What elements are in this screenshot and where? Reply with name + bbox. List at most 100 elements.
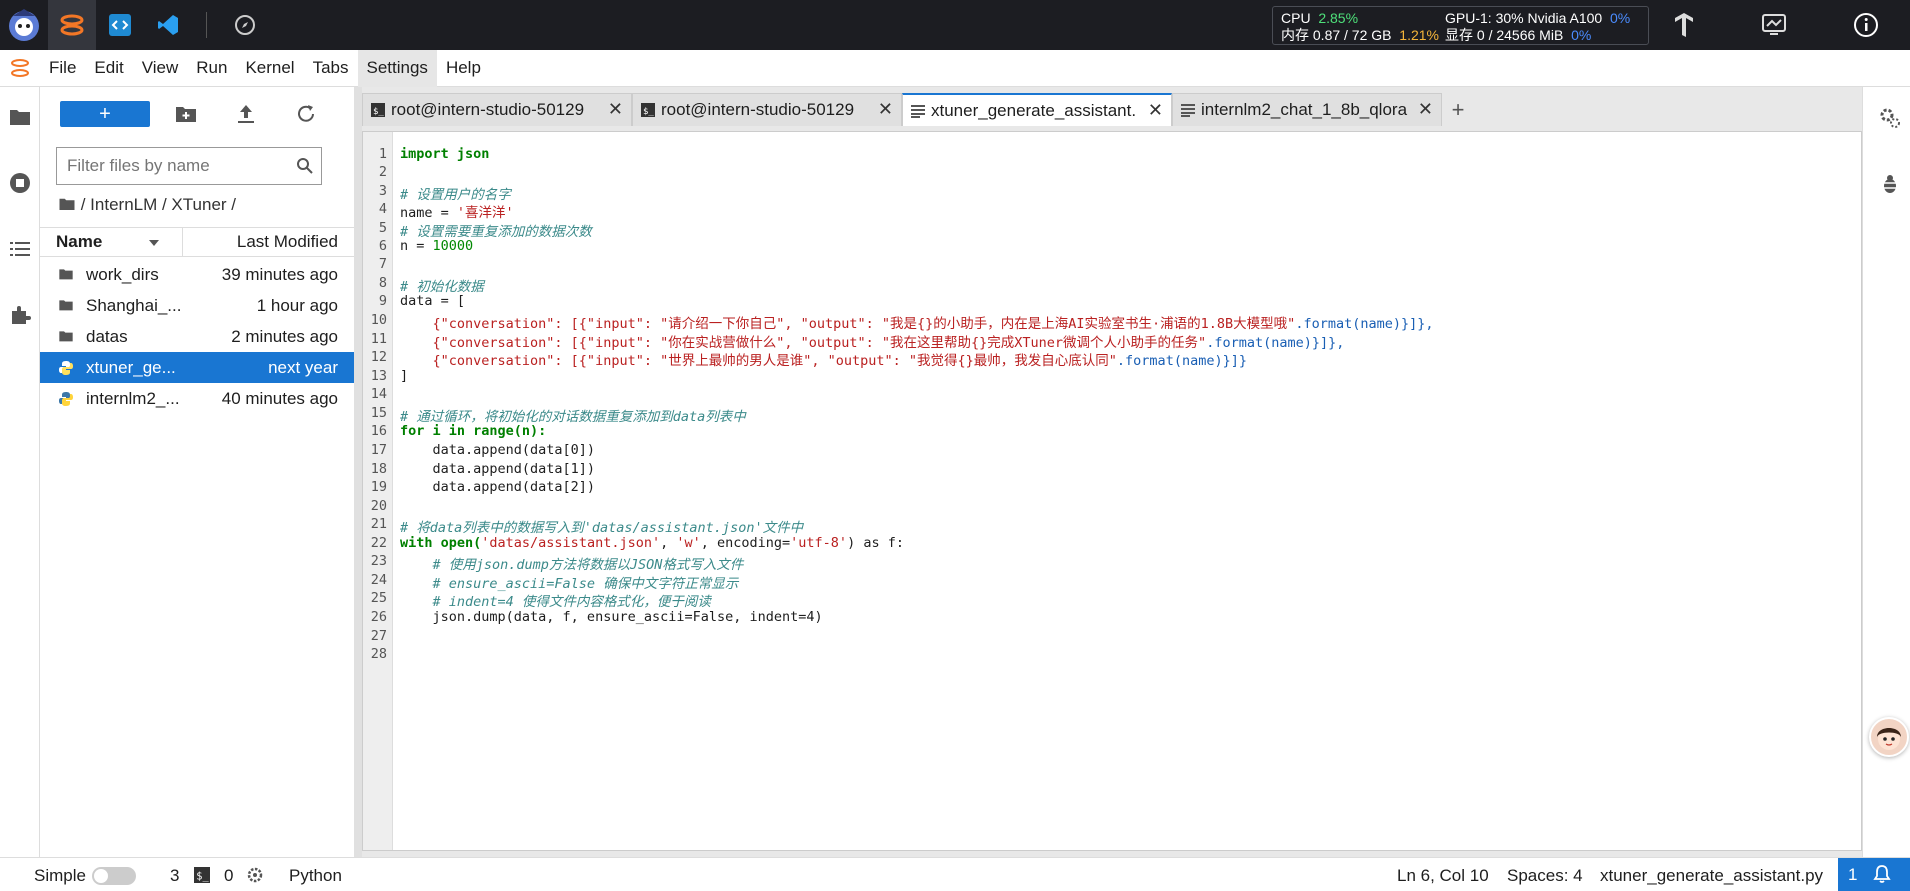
code-token: import json [400, 146, 490, 162]
code-editor-icon[interactable] [96, 0, 144, 50]
column-last-modified[interactable]: Last Modified [237, 232, 338, 252]
line-number: 19 [370, 479, 387, 495]
menu-kernel[interactable]: Kernel [236, 50, 303, 87]
menu-run[interactable]: Run [187, 50, 236, 87]
upload-icon[interactable] [234, 102, 258, 126]
extension-icon[interactable] [8, 303, 32, 327]
tab-terminal-1[interactable]: $_ root@intern-studio-50129 ✕ [362, 93, 632, 126]
line-number: 16 [370, 423, 387, 439]
cursor-position[interactable]: Ln 6, Col 10 [1397, 866, 1489, 886]
running-icon[interactable] [8, 171, 32, 195]
tab-xtuner-generate-assistant[interactable]: xtuner_generate_assistant. ✕ [902, 93, 1172, 126]
line-number-gutter: 1 2 3 4 5 6 7 8 9 10 11 12 13 14 15 16 17 18 19 20 21 22 23 24 2… [363, 132, 393, 850]
language-label[interactable]: Python [289, 866, 342, 886]
simple-mode-toggle[interactable] [92, 867, 136, 885]
code-line: ] [400, 368, 409, 384]
code-token: 'utf-8' [790, 535, 848, 551]
line-number: 21 [370, 516, 387, 532]
code-line: data.append(data[0]) [400, 442, 596, 458]
folder-icon [59, 300, 73, 311]
line-number: 9 [378, 293, 387, 309]
tab-label: root@intern-studio-50129 [391, 100, 585, 119]
file-browser: + / InternLM / XTuner / Name Last Modifi… [40, 87, 354, 857]
folder-icon[interactable] [8, 105, 32, 129]
code-token: , [660, 535, 677, 551]
menu-edit[interactable]: Edit [85, 50, 132, 87]
tab-bar: $_ root@intern-studio-50129 ✕ $_ root@in… [362, 93, 1474, 126]
file-row[interactable]: datas 2 minutes ago [40, 321, 354, 352]
menu-help[interactable]: Help [437, 50, 490, 87]
vscode-icon[interactable] [144, 0, 192, 50]
terminal-count[interactable]: 0 [224, 866, 233, 886]
file-name: datas [86, 326, 128, 346]
toc-icon[interactable] [8, 237, 32, 261]
compass-icon[interactable] [221, 0, 269, 50]
file-modified: 39 minutes ago [221, 264, 338, 284]
line-number: 20 [370, 498, 387, 514]
file-name: Shanghai_... [86, 295, 182, 315]
file-name: work_dirs [86, 264, 159, 284]
svg-text:$_: $_ [373, 107, 384, 117]
code-line: {"conversation": [{"input": "你在实战营做什么", … [400, 331, 1345, 351]
line-number: 17 [370, 442, 387, 458]
assistant-avatar[interactable] [1869, 717, 1909, 757]
file-modified: 40 minutes ago [221, 388, 338, 408]
code-token: "我是{}的小助手，内在是上海AI实验室书生·浦语的1.8B大模型哦" [881, 316, 1296, 332]
python-file-icon [59, 392, 73, 406]
file-row[interactable]: Shanghai_... 1 hour ago [40, 290, 354, 321]
cpu-label: CPU [1281, 10, 1311, 26]
tab-internlm2-config[interactable]: internlm2_chat_1_8b_qlora ✕ [1172, 93, 1442, 126]
close-tab-icon[interactable]: ✕ [878, 99, 893, 120]
refresh-icon[interactable] [294, 102, 318, 126]
close-tab-icon[interactable]: ✕ [608, 99, 623, 120]
bell-icon [1873, 865, 1891, 883]
filter-files-input[interactable] [56, 147, 322, 185]
file-name: xtuner_ge... [86, 357, 176, 377]
tab-terminal-2[interactable]: $_ root@intern-studio-50129 ✕ [632, 93, 902, 126]
code-line: data.append(data[1]) [400, 461, 596, 477]
code-line: # 设置用户的名字 [400, 187, 511, 203]
kernel-gear-icon[interactable] [246, 866, 264, 884]
folder-icon[interactable] [58, 196, 76, 212]
code-line: name = '喜洋洋' [400, 201, 514, 221]
notification-button[interactable]: 1 [1838, 858, 1910, 891]
terminal-icon[interactable]: $_ [194, 867, 210, 883]
line-number: 26 [370, 609, 387, 625]
monitor-icon[interactable] [1750, 0, 1798, 50]
file-row[interactable]: internlm2_... 40 minutes ago [40, 383, 354, 414]
close-tab-icon[interactable]: ✕ [1418, 99, 1433, 120]
toolbar-divider [206, 12, 207, 38]
file-row-selected[interactable]: xtuner_ge... next year [40, 352, 354, 383]
status-filename: xtuner_generate_assistant.py [1600, 866, 1824, 885]
line-number: 27 [370, 628, 387, 644]
indent-spaces[interactable]: Spaces: 4 [1507, 866, 1583, 886]
line-number: 10 [370, 312, 387, 328]
column-name[interactable]: Name [56, 232, 102, 252]
menu-view[interactable]: View [133, 50, 188, 87]
file-row[interactable]: work_dirs 39 minutes ago [40, 259, 354, 290]
code-editor[interactable]: 1 2 3 4 5 6 7 8 9 10 11 12 13 14 15 16 17 18 19 20 21 22 23 24 2… [362, 131, 1862, 851]
sort-down-icon[interactable] [148, 238, 160, 248]
property-inspector-icon[interactable] [1879, 107, 1901, 129]
code-line: with open('datas/assistant.json', 'w', e… [400, 535, 904, 551]
svg-text:$_: $_ [196, 871, 209, 883]
menu-file[interactable]: File [40, 50, 85, 87]
panel-splitter[interactable] [354, 87, 362, 857]
new-launcher-button[interactable]: + [60, 101, 150, 127]
line-number: 28 [370, 646, 387, 662]
vram-label: 显存 [1445, 27, 1473, 43]
menu-settings[interactable]: Settings [357, 49, 437, 87]
add-tab-button[interactable]: + [1442, 93, 1474, 126]
kernel-count[interactable]: 3 [170, 866, 179, 886]
menu-tabs[interactable]: Tabs [304, 50, 358, 87]
gpu-label: GPU-1: 30% Nvidia A100 [1445, 10, 1603, 26]
debugger-icon[interactable] [1879, 173, 1901, 195]
new-folder-icon[interactable] [174, 102, 198, 126]
info-icon[interactable] [1842, 0, 1890, 50]
python-file-icon [59, 361, 73, 375]
breadcrumb-path[interactable]: / InternLM / XTuner / [81, 195, 236, 214]
tensorflow-icon[interactable] [1660, 0, 1708, 50]
app-logo[interactable] [0, 0, 48, 50]
jupyter-icon[interactable] [48, 0, 96, 50]
close-tab-icon[interactable]: ✕ [1148, 100, 1163, 121]
